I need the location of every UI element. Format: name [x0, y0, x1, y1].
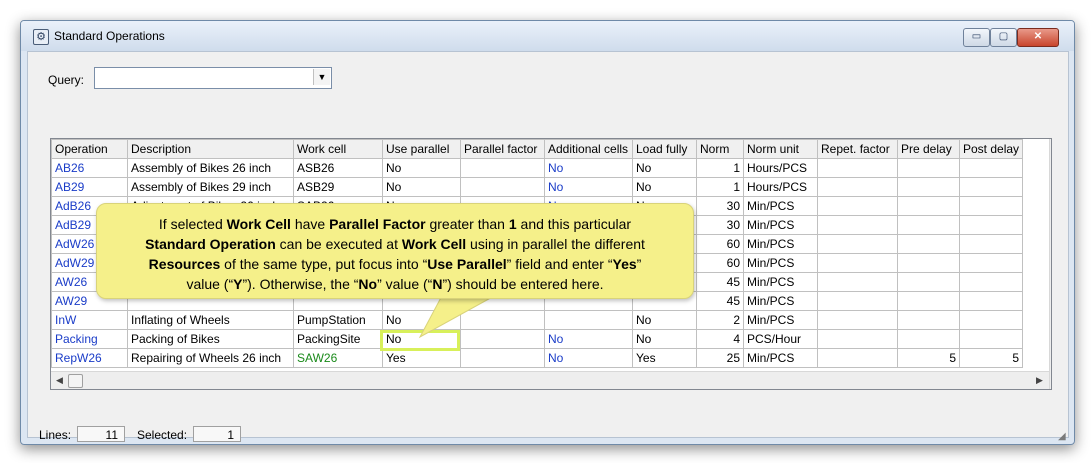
tooltip-callout: If selected Work Cell have Parallel Fact…	[96, 203, 694, 299]
callout-text: If selected Work Cell have Parallel Fact…	[145, 216, 645, 292]
